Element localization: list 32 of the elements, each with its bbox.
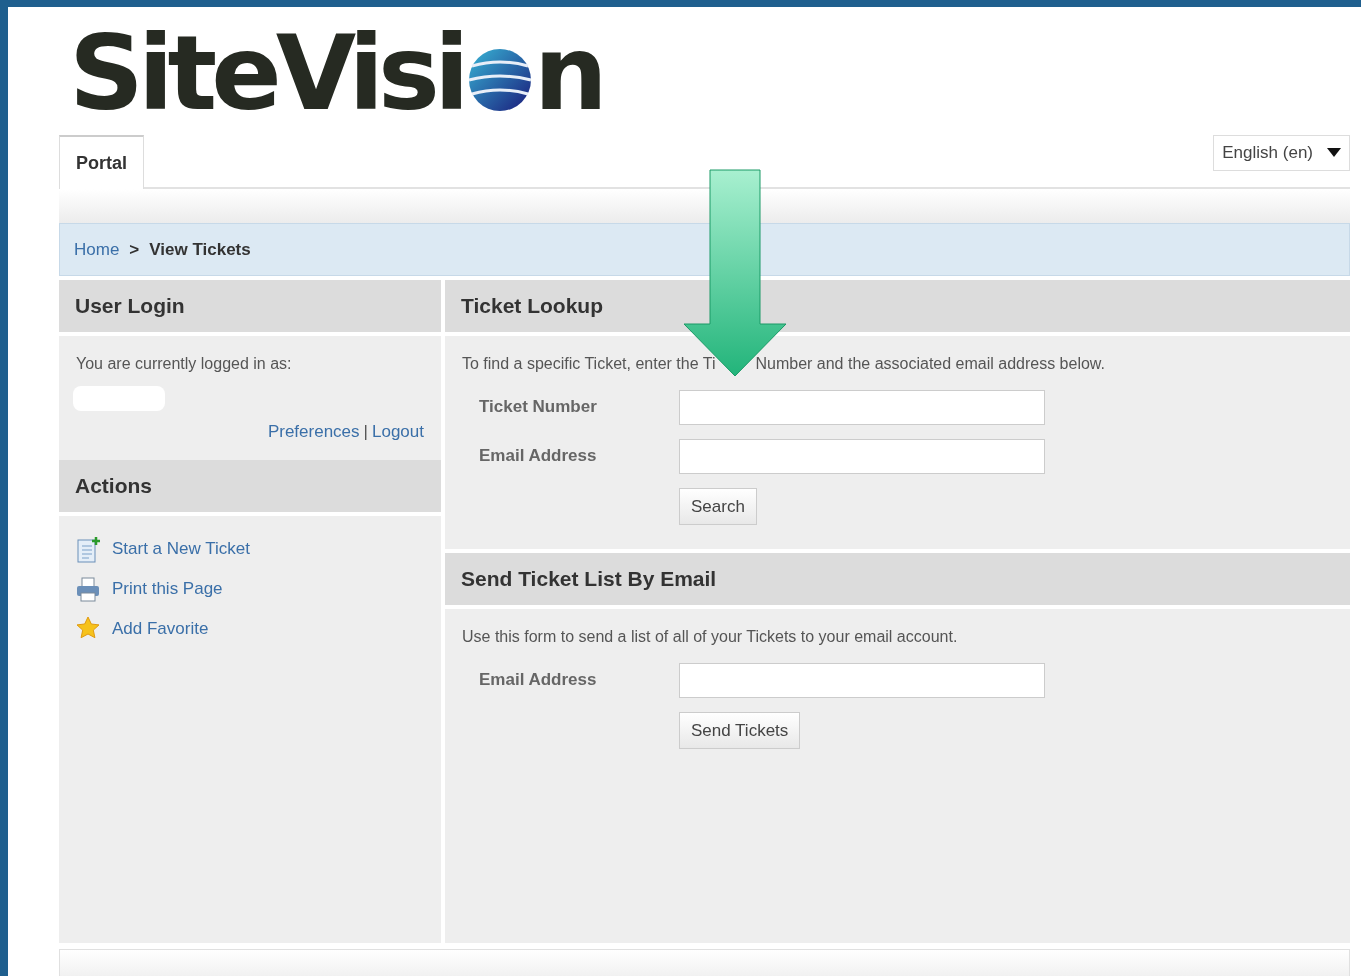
preferences-link[interactable]: Preferences — [267, 418, 360, 444]
panel-heading: User Login — [59, 280, 441, 336]
send-tickets-button[interactable]: Send Tickets — [679, 711, 801, 749]
intro-text: Use this form to send a list of all of your Tickets to your email account. — [462, 626, 959, 647]
logo-text: SiteVisi — [69, 21, 464, 125]
input-field[interactable] — [679, 662, 1045, 698]
panel-heading: Send Ticket List By Email — [445, 549, 1350, 609]
logo-text: n — [533, 21, 602, 125]
action-link[interactable]: Print this Page — [112, 576, 223, 602]
breadcrumb-link[interactable]: Home — [74, 236, 120, 263]
intro-text: Number and the associated email address below. — [755, 354, 1105, 372]
breadcrumb-current: View Tickets — [149, 238, 251, 261]
link-separator: | — [363, 420, 368, 443]
document-add-icon — [76, 535, 102, 563]
logout-link[interactable]: Logout — [372, 418, 424, 444]
action-link[interactable]: Add Favorite — [112, 616, 209, 642]
field-label: Email Address — [479, 445, 598, 468]
language-dropdown[interactable]: English (en) — [1213, 135, 1350, 171]
caret-icon — [1327, 148, 1341, 158]
search-button[interactable]: Search — [679, 487, 757, 525]
tab[interactable]: Portal — [59, 135, 144, 189]
field-label: Email Address — [479, 669, 598, 692]
field-label: Ticket Number — [479, 396, 598, 419]
panel-heading: Ticket Lookup — [445, 280, 1350, 336]
printer-icon — [76, 575, 102, 603]
action-link[interactable]: Start a New Ticket — [112, 536, 250, 562]
input-field[interactable] — [679, 389, 1045, 425]
intro-text: To find a specific Ticket, enter the Ti — [462, 354, 716, 372]
panel-heading: Actions — [59, 460, 441, 516]
breadcrumb-separator: > — [129, 238, 140, 261]
input-field[interactable] — [679, 438, 1045, 474]
login-text: You are currently logged in as: — [76, 353, 293, 374]
